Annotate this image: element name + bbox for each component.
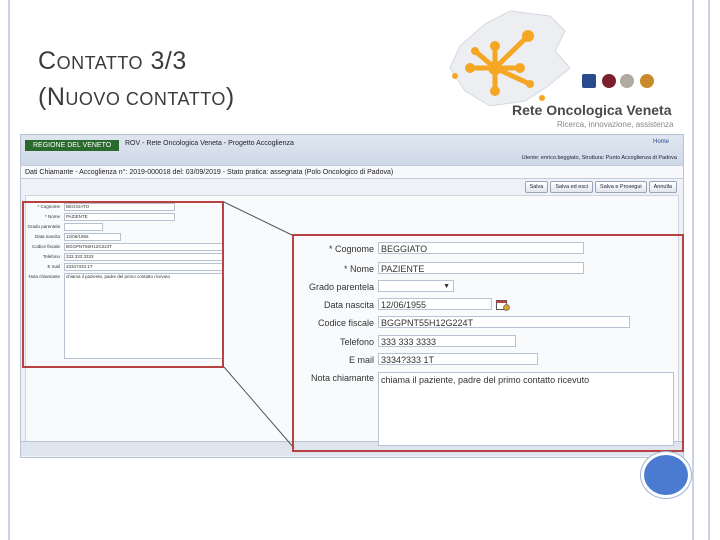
title-paren-open: ( xyxy=(38,83,47,111)
cognome-label: * Cognome xyxy=(328,244,374,254)
telefono-field[interactable]: 333 333 3333 xyxy=(378,335,516,347)
logo-tagline: Ricerca, innovazione, assistenza xyxy=(557,120,674,129)
region-logo: REGIONE DEL VENETO xyxy=(25,140,119,151)
partner-logo-icon xyxy=(582,74,596,88)
app-header: REGIONE DEL VENETO ROV - Rete Oncologica… xyxy=(21,135,683,165)
logo-name: Rete Oncologica Veneta xyxy=(512,102,672,118)
telefono-label: Telefono xyxy=(339,337,374,347)
grado-parentela-label: Grado parentela xyxy=(308,282,374,292)
app-title: ROV - Rete Oncologica Veneta - Progetto … xyxy=(125,140,294,147)
partner-logo-icon xyxy=(620,74,634,88)
slide-title-line-2: (NUOVO CONTATTO) xyxy=(38,80,235,116)
email-label: E mail xyxy=(348,355,374,365)
title-cap-letter-2: N xyxy=(46,83,66,111)
slide-border-left xyxy=(8,0,10,540)
nota-chiamante-textarea[interactable]: chiama il paziente, padre del primo cont… xyxy=(378,372,674,446)
pratica-status-bar: Dati Chiamante - Accoglienza n°: 2019-00… xyxy=(21,165,683,179)
partner-logo-icon xyxy=(602,74,616,88)
grado-parentela-select[interactable]: ▼ xyxy=(378,280,454,292)
slide-border-right-outer xyxy=(708,0,710,540)
save-button[interactable]: Salva xyxy=(524,181,549,193)
zoom-form: * Cognome BEGGIATO * Nome PAZIENTE Grado… xyxy=(296,241,680,449)
title-number: 3/3 xyxy=(150,47,187,75)
cancel-button[interactable]: Annulla xyxy=(648,181,677,193)
cognome-field[interactable]: BEGGIATO xyxy=(378,242,584,254)
highlight-box-small xyxy=(22,201,224,368)
save-and-continue-button[interactable]: Salva e Prosegui xyxy=(595,181,647,193)
data-nascita-field[interactable]: 12/06/1955 xyxy=(378,298,492,310)
slide-title-line-1: CONTATTO 3/3 xyxy=(38,44,235,80)
home-link[interactable]: Home xyxy=(653,139,669,145)
dropdown-arrow-icon: ▼ xyxy=(443,283,450,290)
user-info: Utente: enrico.beggiato, Struttura: Punt… xyxy=(521,155,677,161)
email-field[interactable]: 3334?333 1T xyxy=(378,353,538,365)
nome-field[interactable]: PAZIENTE xyxy=(378,262,584,274)
slide-title: CONTATTO 3/3 (NUOVO CONTATTO) xyxy=(38,44,235,116)
save-and-exit-button[interactable]: Salva ed esci xyxy=(550,181,594,193)
partner-logo-icon xyxy=(640,74,654,88)
data-nascita-label: Data nascita xyxy=(323,300,374,310)
decorative-blue-circle xyxy=(641,452,691,498)
title-smallcaps: ONTATTO xyxy=(56,53,144,73)
nome-label: * Nome xyxy=(343,264,374,274)
codice-fiscale-label: Codice fiscale xyxy=(317,318,374,328)
form-toolbar: Salva Salva ed esci Salva e Prosegui Ann… xyxy=(524,181,677,193)
title-cap-letter: C xyxy=(38,47,57,75)
title-smallcaps-2: UOVO CONTATTO xyxy=(65,89,226,109)
title-paren-close: ) xyxy=(225,83,235,111)
nota-chiamante-label: Nota chiamante xyxy=(310,373,374,383)
codice-fiscale-field[interactable]: BGGPNT55H12G224T xyxy=(378,316,630,328)
slide-border-right xyxy=(692,0,694,540)
calendar-icon[interactable] xyxy=(496,299,510,311)
